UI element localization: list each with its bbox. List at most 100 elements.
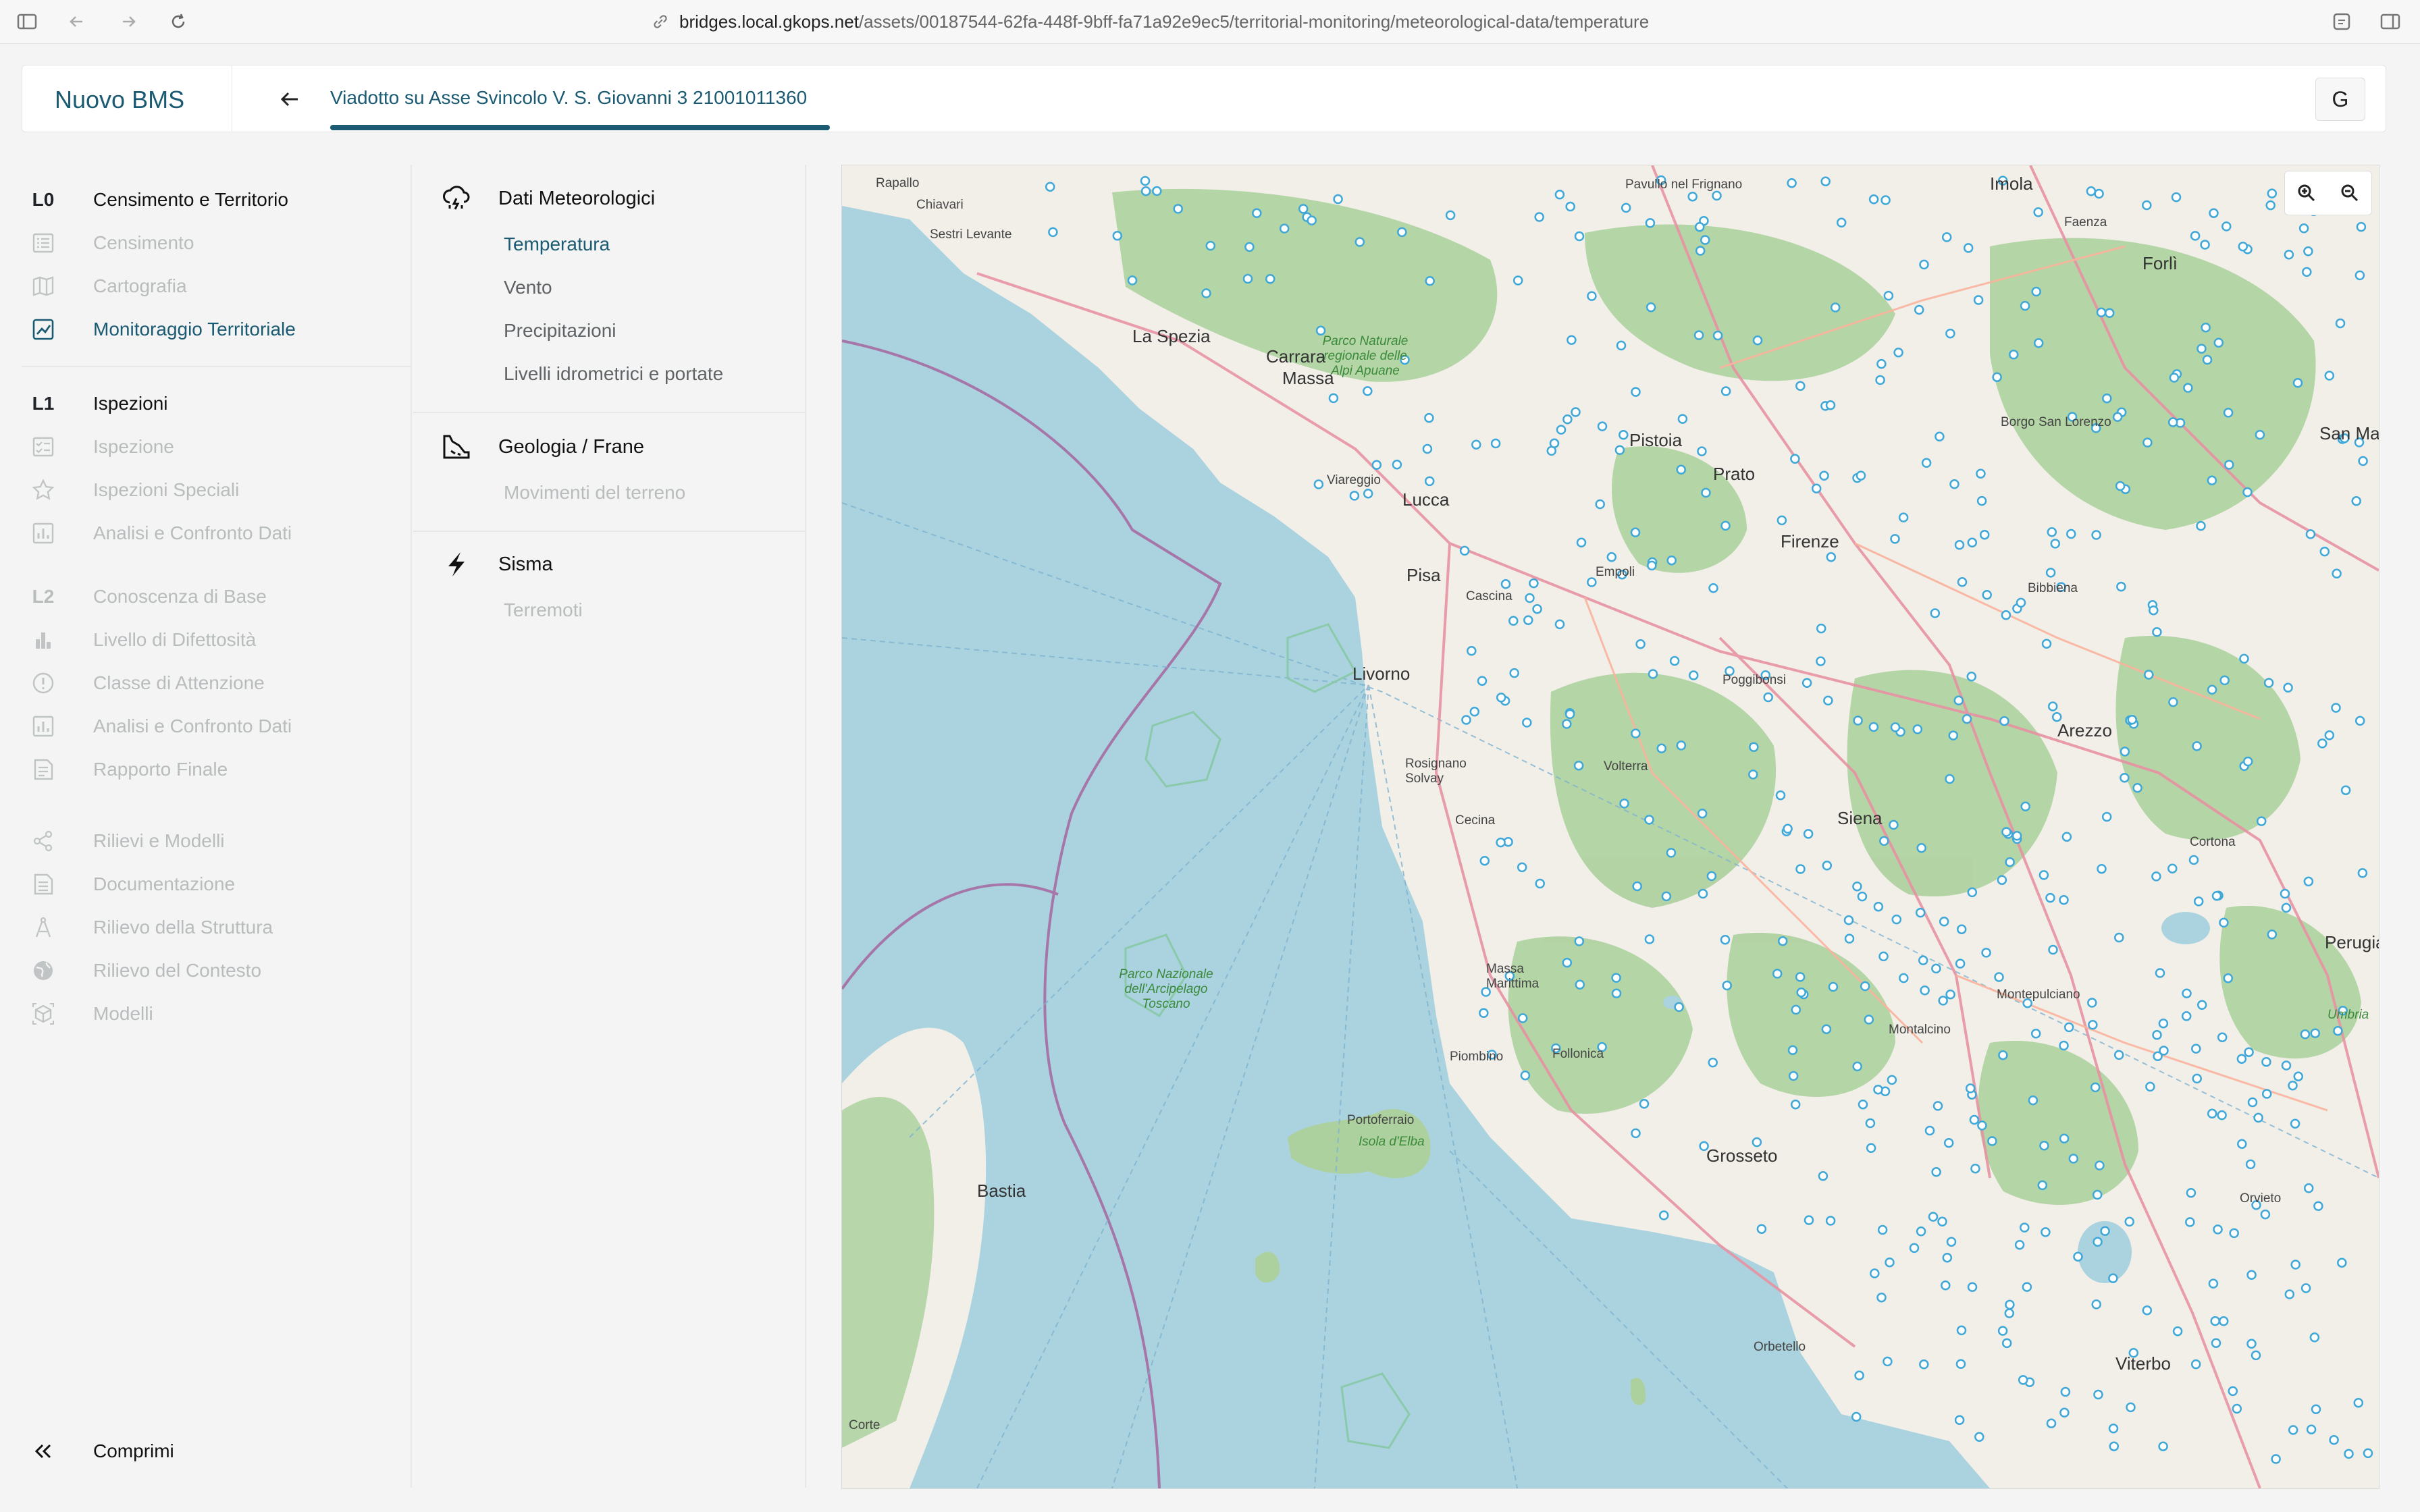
station-marker[interactable] xyxy=(2016,597,2026,608)
station-marker[interactable] xyxy=(2045,892,2055,903)
station-marker[interactable] xyxy=(2018,1375,2028,1385)
submenu-item-temperatura[interactable]: Temperatura xyxy=(504,234,610,255)
station-marker[interactable] xyxy=(1630,527,1641,538)
station-marker[interactable] xyxy=(2047,527,2057,537)
station-marker[interactable] xyxy=(1997,1326,2008,1336)
station-marker[interactable] xyxy=(2288,1080,2298,1091)
station-marker[interactable] xyxy=(1858,1099,1868,1110)
station-marker[interactable] xyxy=(1112,231,1123,241)
station-marker[interactable] xyxy=(2063,1022,2074,1033)
station-marker[interactable] xyxy=(2060,1386,2071,1397)
station-marker[interactable] xyxy=(1973,295,1984,305)
station-marker[interactable] xyxy=(2246,1339,2257,1349)
sidebar-item-ispezioni-speciali[interactable]: Ispezioni Speciali xyxy=(22,477,239,504)
station-marker[interactable] xyxy=(1836,217,1847,228)
station-marker[interactable] xyxy=(1883,290,1894,301)
station-marker[interactable] xyxy=(1974,1432,1984,1442)
station-marker[interactable] xyxy=(2261,1056,2271,1067)
station-marker[interactable] xyxy=(1631,1128,1641,1139)
station-marker[interactable] xyxy=(2247,1097,2258,1108)
station-marker[interactable] xyxy=(1956,924,1967,934)
station-marker[interactable] xyxy=(2290,1260,2300,1270)
station-marker[interactable] xyxy=(2037,1180,2048,1191)
station-marker[interactable] xyxy=(2232,1403,2242,1414)
station-marker[interactable] xyxy=(1534,212,1544,222)
station-marker[interactable] xyxy=(1479,855,1490,866)
station-marker[interactable] xyxy=(1635,639,1646,649)
station-marker[interactable] xyxy=(1878,951,1889,962)
station-marker[interactable] xyxy=(1459,545,1470,556)
station-marker[interactable] xyxy=(2337,1258,2347,1268)
station-marker[interactable] xyxy=(1825,1216,1836,1226)
sidebar-level-l0[interactable]: L0 Censimento e Territorio xyxy=(22,186,288,213)
station-marker[interactable] xyxy=(1970,1163,1980,1174)
station-marker[interactable] xyxy=(2066,529,2076,539)
station-marker[interactable] xyxy=(2283,682,2293,693)
station-marker[interactable] xyxy=(2124,1216,2134,1227)
station-marker[interactable] xyxy=(1826,552,1837,562)
station-marker[interactable] xyxy=(1938,996,1948,1006)
station-marker[interactable] xyxy=(1997,875,2007,885)
station-marker[interactable] xyxy=(1556,425,1567,435)
station-marker[interactable] xyxy=(1477,676,1488,686)
station-marker[interactable] xyxy=(1307,215,1317,225)
station-marker[interactable] xyxy=(2181,1011,2192,1021)
station-marker[interactable] xyxy=(1567,335,1577,345)
station-marker[interactable] xyxy=(1571,407,1581,417)
station-marker[interactable] xyxy=(1945,774,1955,784)
station-marker[interactable] xyxy=(2207,1108,2217,1119)
station-marker[interactable] xyxy=(2265,200,2276,211)
station-marker[interactable] xyxy=(1931,1167,1941,1177)
station-marker[interactable] xyxy=(2020,1222,2030,1233)
station-marker[interactable] xyxy=(1562,414,1573,425)
station-marker[interactable] xyxy=(2190,1359,2201,1370)
station-marker[interactable] xyxy=(1890,722,1901,732)
station-marker[interactable] xyxy=(1816,623,1826,634)
station-marker[interactable] xyxy=(1509,668,1519,678)
station-marker[interactable] xyxy=(1522,718,1532,728)
station-marker[interactable] xyxy=(1656,743,1667,754)
station-marker[interactable] xyxy=(2041,1227,2051,1237)
station-marker[interactable] xyxy=(1712,330,1723,341)
map-view[interactable]: Rapallo Chiavari Sestri Levante La Spezi… xyxy=(841,165,2379,1489)
station-marker[interactable] xyxy=(1575,979,1585,990)
station-marker[interactable] xyxy=(1783,824,1793,834)
station-marker[interactable] xyxy=(1979,529,1990,540)
station-marker[interactable] xyxy=(1898,512,1909,522)
submenu-item-livelli-idrometrici[interactable]: Livelli idrometrici e portate xyxy=(504,363,723,385)
station-marker[interactable] xyxy=(1722,980,1732,991)
station-marker[interactable] xyxy=(1775,790,1786,801)
station-marker[interactable] xyxy=(2033,207,2043,217)
station-marker[interactable] xyxy=(2271,1454,2281,1464)
submenu-item-vento[interactable]: Vento xyxy=(504,277,552,298)
station-marker[interactable] xyxy=(2317,738,2327,749)
station-marker[interactable] xyxy=(1948,730,1959,740)
address-bar[interactable]: bridges.local.gkops.net/assets/00187544-… xyxy=(651,8,1649,35)
station-marker[interactable] xyxy=(1920,986,1930,996)
station-marker[interactable] xyxy=(2095,1160,2105,1170)
station-marker[interactable] xyxy=(1969,1114,1980,1125)
station-marker[interactable] xyxy=(1935,431,1945,442)
sidebar-item-ispezione[interactable]: Ispezione xyxy=(22,433,174,460)
station-marker[interactable] xyxy=(1669,655,1680,666)
submenu-item-precipitazioni[interactable]: Precipitazioni xyxy=(504,320,616,342)
station-marker[interactable] xyxy=(1946,1237,1957,1247)
station-marker[interactable] xyxy=(2047,701,2058,711)
station-marker[interactable] xyxy=(1967,537,1978,548)
station-marker[interactable] xyxy=(1795,864,1806,874)
sidebar-toggle-icon[interactable] xyxy=(15,9,39,34)
station-marker[interactable] xyxy=(2093,1389,2103,1400)
station-marker[interactable] xyxy=(1674,1002,1684,1013)
station-marker[interactable] xyxy=(1852,1061,1862,1072)
station-marker[interactable] xyxy=(2344,1449,2354,1459)
station-marker[interactable] xyxy=(2153,1051,2163,1062)
station-marker[interactable] xyxy=(2211,890,2222,901)
station-marker[interactable] xyxy=(1048,227,1058,238)
station-marker[interactable] xyxy=(2114,932,2124,943)
station-marker[interactable] xyxy=(2324,730,2335,740)
brand-title[interactable]: Nuovo BMS xyxy=(55,86,184,114)
station-marker[interactable] xyxy=(2113,1050,2124,1060)
station-marker[interactable] xyxy=(1587,291,1597,301)
station-marker[interactable] xyxy=(2142,200,2152,211)
station-marker[interactable] xyxy=(2236,1054,2247,1064)
